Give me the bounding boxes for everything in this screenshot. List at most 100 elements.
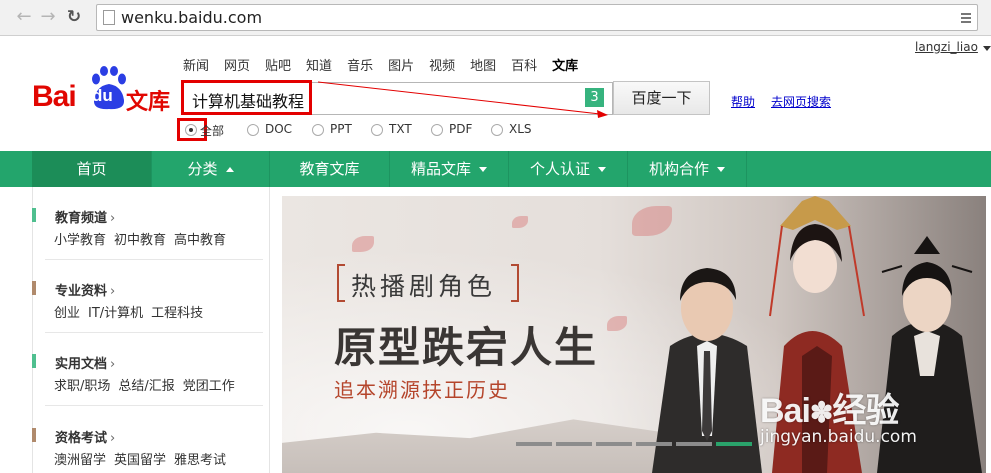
sidebar-link[interactable]: 初中教育: [114, 233, 166, 248]
sidebar-link[interactable]: 求职/职场: [54, 379, 110, 394]
carousel-dot[interactable]: [556, 442, 592, 446]
tab-partnership[interactable]: 机构合作: [628, 151, 747, 187]
chevron-down-icon[interactable]: [983, 46, 991, 51]
divider: [45, 405, 263, 406]
radio-all[interactable]: [185, 124, 197, 136]
chevron-down-icon: [717, 167, 725, 172]
divider: [45, 332, 263, 333]
banner-tag: 热播剧角色: [337, 264, 519, 302]
tab-partnership-label: 机构合作: [648, 160, 709, 178]
sidebar-title-text: 实用文档: [55, 357, 108, 372]
chevron-up-icon: [225, 167, 234, 172]
nav-video[interactable]: 视频: [429, 55, 455, 74]
reload-icon[interactable]: ↻: [64, 7, 84, 27]
tab-category-label: 分类: [187, 160, 218, 178]
radio-all-label: 全部: [200, 124, 225, 138]
page-icon: [103, 10, 115, 25]
arrow-right-icon[interactable]: →: [38, 7, 58, 27]
tab-education[interactable]: 教育文库: [270, 151, 390, 187]
carousel-dot-active[interactable]: [716, 442, 752, 446]
carousel-dot[interactable]: [516, 442, 552, 446]
sidebar-link[interactable]: 工程科技: [151, 306, 203, 321]
sidebar-link[interactable]: 党团工作: [183, 379, 235, 394]
banner-tag-text: 热播剧角色: [351, 272, 497, 301]
menu-icon[interactable]: [961, 13, 971, 23]
nav-music[interactable]: 音乐: [347, 55, 373, 74]
radio-pdf[interactable]: [431, 124, 443, 136]
nav-map[interactable]: 地图: [470, 55, 496, 74]
nav-news[interactable]: 新闻: [183, 55, 209, 74]
sidebar-section-title[interactable]: 专业资料 ›: [55, 280, 115, 299]
sidebar-link[interactable]: 创业: [54, 306, 80, 321]
sidebar-links: 小学教育 初中教育 高中教育: [54, 229, 234, 248]
watermark: Bai✽经验 jingyan.baidu.com: [760, 383, 986, 473]
sidebar-title-text: 教育频道: [55, 211, 108, 226]
sidebar-section-title[interactable]: 教育频道 ›: [55, 207, 115, 226]
search-annotation-box: [181, 80, 312, 115]
address-bar[interactable]: wenku.baidu.com: [96, 4, 978, 31]
watermark-logo: Bai✽经验: [760, 392, 899, 430]
logo-bai: Bai: [32, 80, 77, 113]
search-button[interactable]: 百度一下: [613, 81, 710, 115]
carousel-dot[interactable]: [676, 442, 712, 446]
section-marker: [32, 354, 36, 368]
sidebar-title-text: 资格考试: [55, 431, 108, 446]
sidebar-section-title[interactable]: 实用文档 ›: [55, 353, 115, 372]
radio-ppt-label: PPT: [330, 122, 352, 136]
category-sidebar: 教育频道 › 小学教育 初中教育 高中教育 专业资料 › 创业 IT/计算机 工程科技 实用…: [32, 187, 270, 473]
radio-ppt[interactable]: [312, 124, 324, 136]
watermark-url: jingyan.baidu.com: [760, 427, 917, 447]
sidebar-title-text: 专业资料: [55, 284, 108, 299]
section-marker: [32, 208, 36, 222]
tab-certification[interactable]: 个人认证: [509, 151, 628, 187]
browser-toolbar: ← → ↻ wenku.baidu.com: [0, 0, 991, 36]
nav-baike[interactable]: 百科: [511, 55, 537, 74]
banner-title: 原型跌宕人生: [334, 323, 599, 372]
web-search-link[interactable]: 去网页搜索: [771, 93, 831, 110]
tab-home-label: 首页: [76, 160, 107, 178]
radio-xls[interactable]: [491, 124, 503, 136]
sidebar-link[interactable]: IT/计算机: [88, 306, 143, 321]
tab-education-label: 教育文库: [299, 160, 360, 178]
chevron-right-icon: ›: [110, 431, 116, 446]
chevron-down-icon: [598, 167, 606, 172]
chevron-down-icon: [479, 167, 487, 172]
url-text[interactable]: wenku.baidu.com: [121, 8, 262, 27]
chevron-right-icon: ›: [110, 211, 116, 226]
logo-wenku: 文库: [126, 90, 171, 115]
nav-images[interactable]: 图片: [388, 55, 414, 74]
sidebar-link[interactable]: 雅思考试: [174, 453, 226, 468]
radio-doc-label: DOC: [265, 122, 293, 136]
baidu-wenku-logo[interactable]: Bai du 文库: [32, 64, 174, 120]
radio-doc[interactable]: [247, 124, 259, 136]
tab-certification-label: 个人认证: [529, 160, 590, 178]
section-marker: [32, 428, 36, 442]
tab-home[interactable]: 首页: [32, 151, 152, 187]
nav-wenku[interactable]: 文库: [552, 55, 578, 74]
nav-web[interactable]: 网页: [224, 55, 250, 74]
nav-zhidao[interactable]: 知道: [306, 55, 332, 74]
logo-du: du: [92, 86, 113, 105]
divider: [45, 259, 263, 260]
nav-tieba[interactable]: 贴吧: [265, 55, 291, 74]
sidebar-links: 创业 IT/计算机 工程科技: [54, 302, 211, 321]
username-link[interactable]: langzi_liao: [915, 40, 978, 54]
chevron-right-icon: ›: [110, 357, 116, 372]
help-link[interactable]: 帮助: [731, 93, 755, 110]
chevron-right-icon: ›: [110, 284, 116, 299]
sidebar-link[interactable]: 小学教育: [54, 233, 106, 248]
banner-subtitle: 追本溯源扶正历史: [334, 378, 510, 402]
arrow-left-icon[interactable]: ←: [14, 7, 34, 27]
tab-category[interactable]: 分类: [152, 151, 270, 187]
sidebar-link[interactable]: 英国留学: [114, 453, 166, 468]
carousel-dot[interactable]: [596, 442, 632, 446]
sidebar-link[interactable]: 总结/汇报: [118, 379, 174, 394]
carousel-dot[interactable]: [636, 442, 672, 446]
sidebar-link[interactable]: 澳洲留学: [54, 453, 106, 468]
sidebar-section-title[interactable]: 资格考试 ›: [55, 427, 115, 446]
tab-premium[interactable]: 精品文库: [390, 151, 509, 187]
sidebar-link[interactable]: 高中教育: [174, 233, 226, 248]
product-nav: 新闻 网页 贴吧 知道 音乐 图片 视频 地图 百科 文库: [183, 55, 593, 74]
section-marker: [32, 281, 36, 295]
radio-txt[interactable]: [371, 124, 383, 136]
